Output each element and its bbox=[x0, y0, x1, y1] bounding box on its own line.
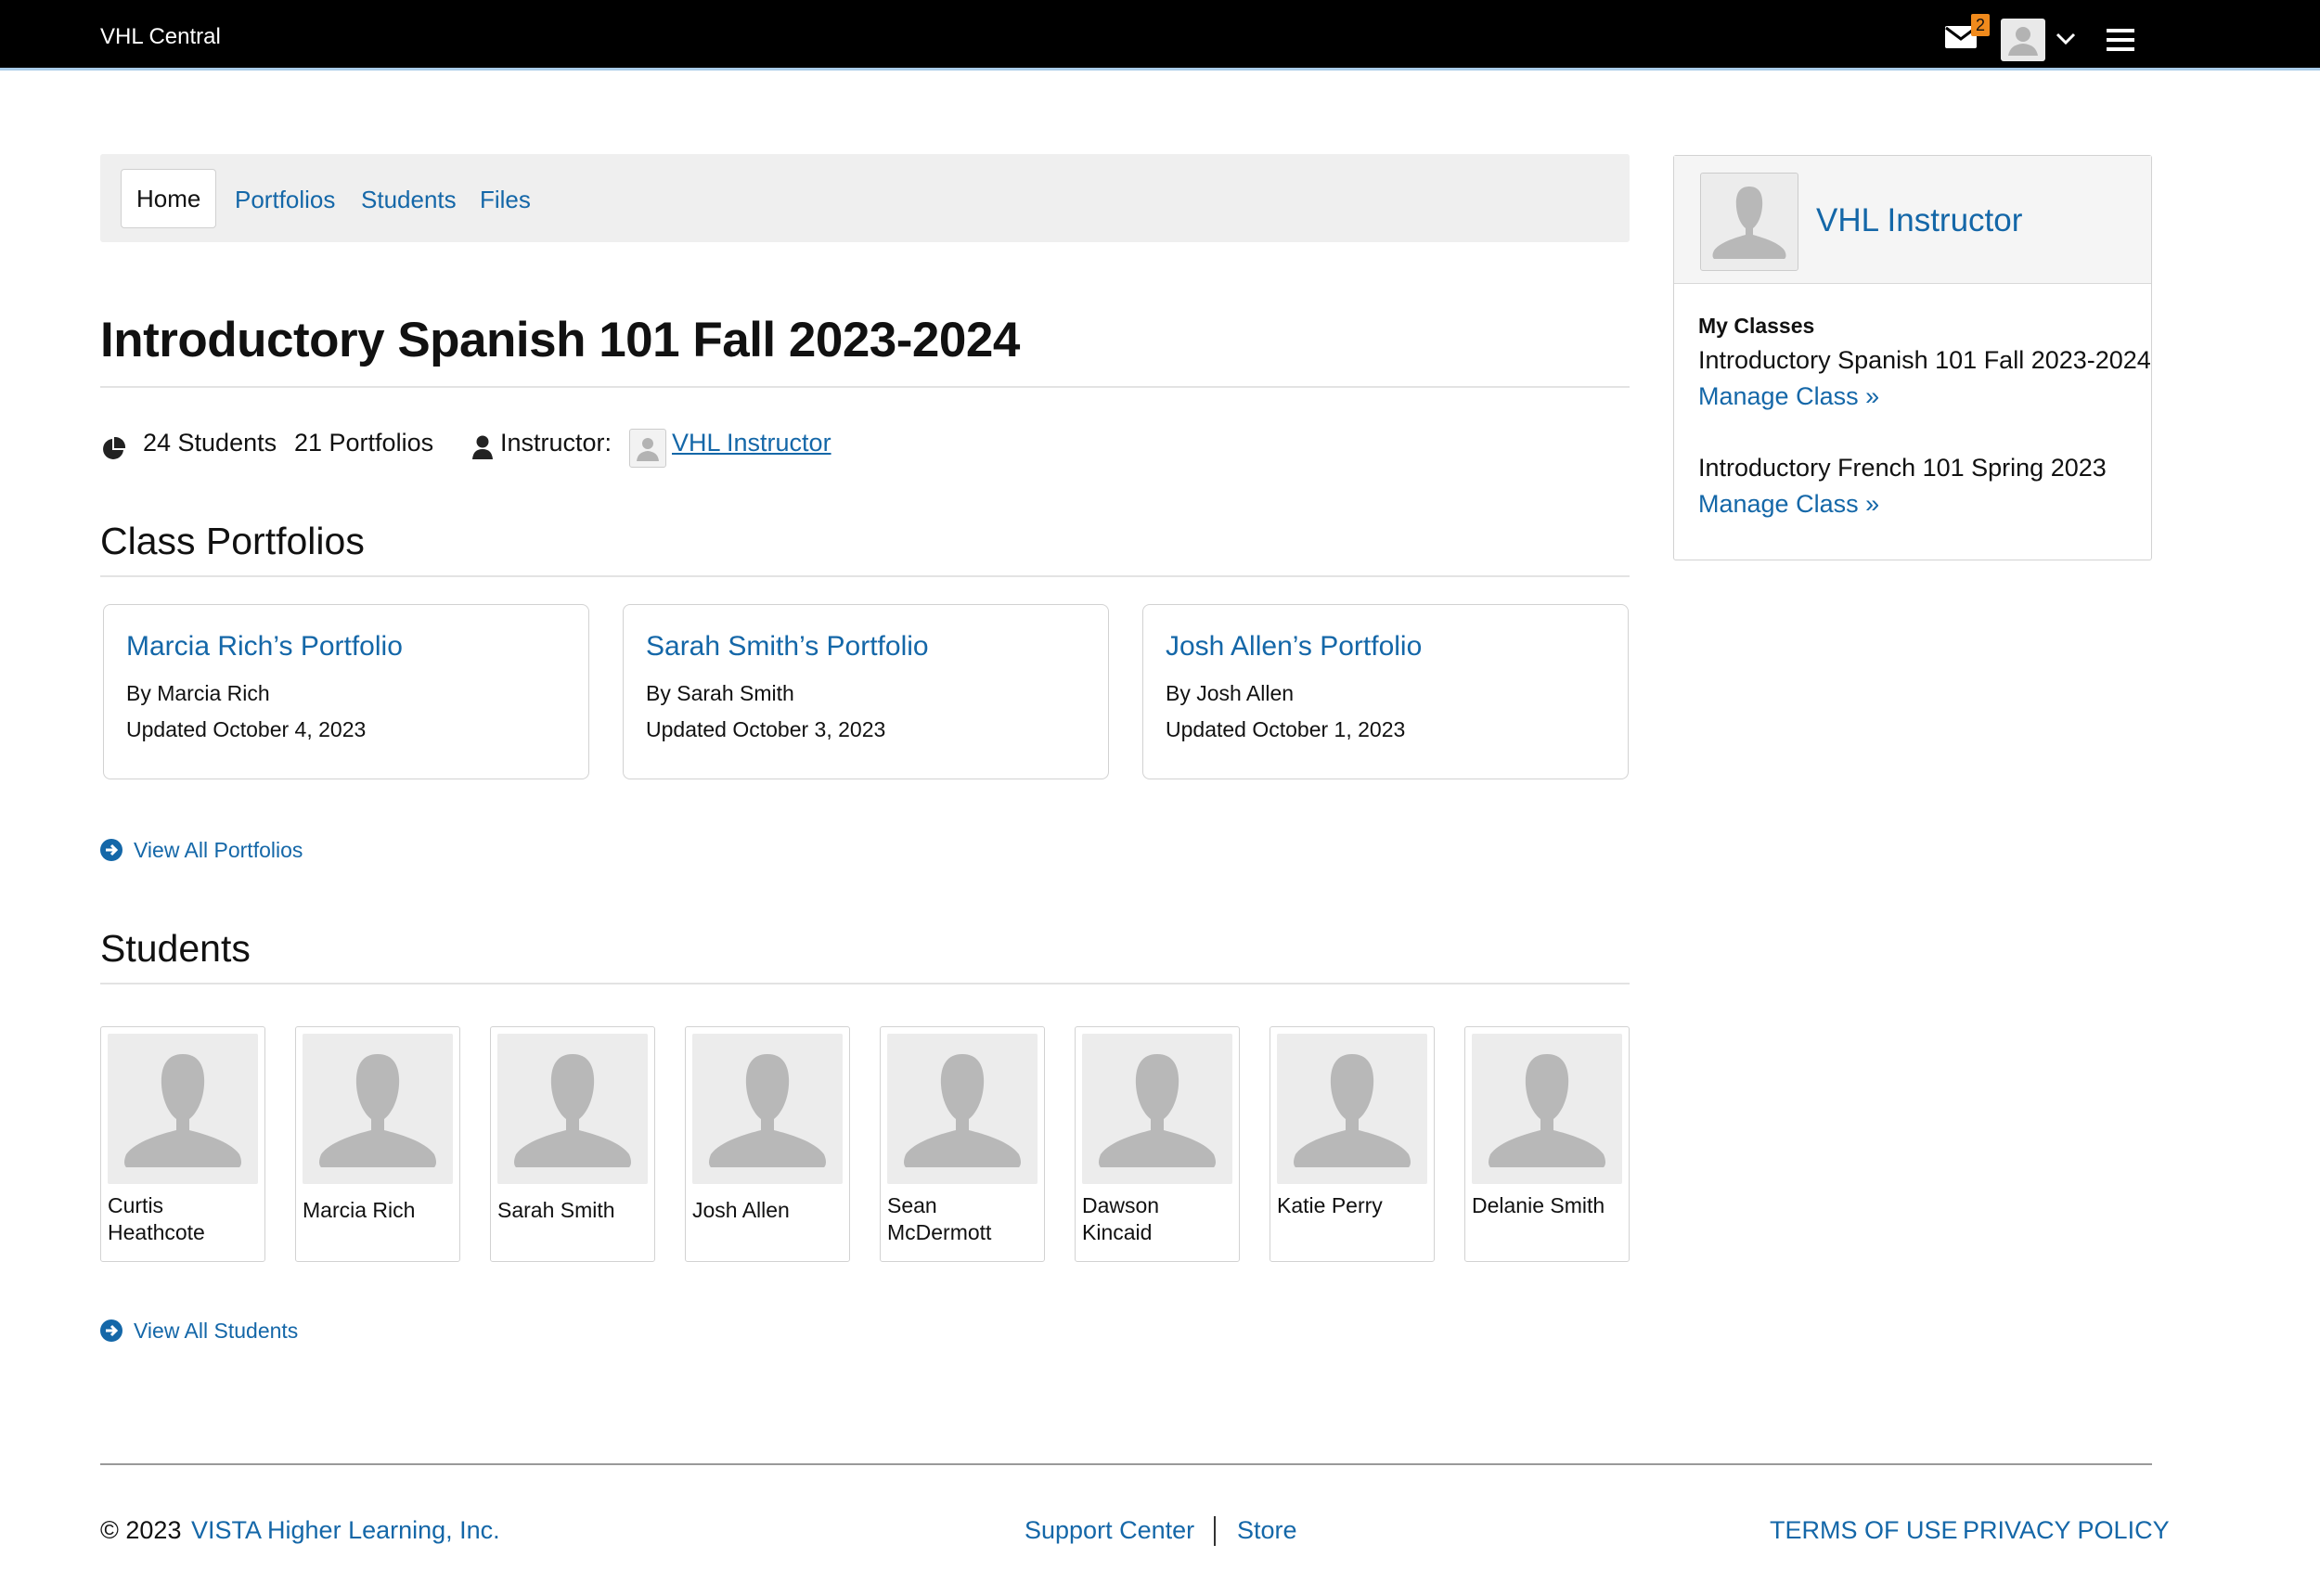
user-silhouette-icon bbox=[1712, 187, 1786, 259]
support-center-link[interactable]: Support Center bbox=[1025, 1516, 1194, 1545]
student-card[interactable]: Katie Perry bbox=[1270, 1026, 1435, 1262]
tab-students[interactable]: Students bbox=[361, 171, 457, 228]
hamburger-menu-icon[interactable] bbox=[2107, 28, 2134, 52]
portfolio-title-link[interactable]: Marcia Rich’s Portfolio bbox=[126, 631, 403, 663]
terms-link[interactable]: TERMS OF USE bbox=[1770, 1516, 1958, 1545]
student-avatar bbox=[1277, 1034, 1427, 1184]
student-name: Sarah Smith bbox=[497, 1198, 615, 1222]
portfolio-updated: Updated October 4, 2023 bbox=[126, 717, 367, 741]
student-card[interactable]: Sean McDermott bbox=[880, 1026, 1045, 1262]
tab-portfolios[interactable]: Portfolios bbox=[235, 171, 335, 228]
instructor-avatar bbox=[629, 429, 666, 468]
student-name: Katie Perry bbox=[1277, 1193, 1383, 1217]
students-count: 24 Students bbox=[143, 429, 277, 457]
student-name: Curtis Heathcote bbox=[108, 1193, 205, 1244]
user-silhouette-icon bbox=[514, 1054, 631, 1167]
tab-files[interactable]: Files bbox=[480, 171, 531, 228]
portfolio-author: By Josh Allen bbox=[1166, 681, 1295, 705]
instructor-sidebar: VHL Instructor My Classes Introductory S… bbox=[1673, 155, 2152, 560]
portfolio-card[interactable]: Sarah Smith’s Portfolio By Sarah Smith U… bbox=[623, 604, 1109, 779]
sidebar-instructor-name[interactable]: VHL Instructor bbox=[1816, 202, 2022, 239]
portfolios-count: 21 Portfolios bbox=[294, 429, 434, 457]
instructor-link[interactable]: VHL Instructor bbox=[672, 429, 831, 457]
student-avatar bbox=[108, 1034, 258, 1184]
student-avatar bbox=[692, 1034, 843, 1184]
view-all-portfolios-label: View All Portfolios bbox=[134, 838, 303, 862]
student-card[interactable]: Delanie Smith bbox=[1464, 1026, 1630, 1262]
students-divider bbox=[100, 983, 1630, 985]
class-name: Introductory Spanish 101 Fall 2023-2024 bbox=[1698, 346, 2151, 374]
user-silhouette-icon bbox=[709, 1054, 826, 1167]
portfolio-author: By Sarah Smith bbox=[646, 681, 794, 705]
class-nav-tabs: Home Portfolios Students Files bbox=[100, 154, 1630, 242]
user-icon bbox=[472, 435, 493, 459]
store-link[interactable]: Store bbox=[1237, 1516, 1297, 1545]
arrow-circle-right-icon bbox=[100, 839, 122, 861]
student-avatar bbox=[303, 1034, 453, 1184]
user-silhouette-icon bbox=[124, 1054, 241, 1167]
portfolio-title-link[interactable]: Sarah Smith’s Portfolio bbox=[646, 631, 929, 663]
student-name: Sean McDermott bbox=[887, 1193, 992, 1244]
student-avatar bbox=[497, 1034, 648, 1184]
user-silhouette-icon bbox=[319, 1054, 436, 1167]
user-silhouette-icon bbox=[2008, 27, 2038, 56]
student-avatar bbox=[1472, 1034, 1622, 1184]
company-link[interactable]: VISTA Higher Learning, Inc. bbox=[191, 1516, 500, 1545]
portfolio-card[interactable]: Marcia Rich’s Portfolio By Marcia Rich U… bbox=[103, 604, 589, 779]
tab-home[interactable]: Home bbox=[121, 169, 217, 228]
user-silhouette-icon bbox=[1294, 1054, 1411, 1167]
portfolio-updated: Updated October 3, 2023 bbox=[646, 717, 886, 741]
student-card[interactable]: Marcia Rich bbox=[295, 1026, 460, 1262]
user-silhouette-icon bbox=[637, 438, 659, 461]
portfolio-card[interactable]: Josh Allen’s Portfolio By Josh Allen Upd… bbox=[1142, 604, 1629, 779]
student-name: Dawson Kincaid bbox=[1082, 1193, 1160, 1244]
view-all-students-label: View All Students bbox=[134, 1319, 299, 1343]
manage-class-link[interactable]: Manage Class » bbox=[1698, 382, 1879, 411]
class-portfolios-heading: Class Portfolios bbox=[100, 520, 365, 562]
portfolio-author: By Marcia Rich bbox=[126, 681, 270, 705]
view-all-portfolios-link[interactable]: View All Portfolios bbox=[100, 838, 303, 863]
user-silhouette-icon bbox=[1099, 1054, 1216, 1167]
user-avatar-button[interactable] bbox=[2001, 19, 2045, 61]
copyright-text: © 2023 bbox=[100, 1516, 182, 1544]
privacy-link[interactable]: PRIVACY POLICY bbox=[1963, 1516, 2170, 1545]
footer-divider bbox=[100, 1463, 2152, 1465]
student-card[interactable]: Dawson Kincaid bbox=[1075, 1026, 1240, 1262]
student-card[interactable]: Sarah Smith bbox=[490, 1026, 655, 1262]
student-name: Delanie Smith bbox=[1472, 1193, 1605, 1217]
arrow-circle-right-icon bbox=[100, 1319, 122, 1342]
portfolio-updated: Updated October 1, 2023 bbox=[1166, 717, 1406, 741]
user-silhouette-icon bbox=[1489, 1054, 1605, 1167]
chevron-down-icon[interactable] bbox=[2055, 31, 2077, 47]
mail-count-badge: 2 bbox=[1971, 14, 1990, 36]
student-name: Josh Allen bbox=[692, 1198, 790, 1222]
student-avatar bbox=[887, 1034, 1038, 1184]
student-avatar bbox=[1082, 1034, 1232, 1184]
portfolios-divider bbox=[100, 575, 1630, 577]
pie-chart-icon bbox=[103, 436, 126, 459]
instructor-label: Instructor: bbox=[500, 429, 612, 457]
sidebar-header: VHL Instructor bbox=[1674, 156, 2151, 284]
user-silhouette-icon bbox=[904, 1054, 1021, 1167]
page-title: Introductory Spanish 101 Fall 2023-2024 bbox=[100, 313, 1020, 367]
footer-separator bbox=[1214, 1516, 1216, 1546]
view-all-students-link[interactable]: View All Students bbox=[100, 1319, 298, 1344]
portfolio-title-link[interactable]: Josh Allen’s Portfolio bbox=[1166, 631, 1422, 663]
class-name: Introductory French 101 Spring 2023 bbox=[1698, 454, 2107, 482]
students-heading: Students bbox=[100, 927, 251, 970]
title-divider bbox=[100, 386, 1630, 388]
student-card[interactable]: Josh Allen bbox=[685, 1026, 850, 1262]
brand-logo-text[interactable]: VHL Central bbox=[100, 24, 221, 50]
sidebar-avatar[interactable] bbox=[1700, 173, 1798, 271]
manage-class-link[interactable]: Manage Class » bbox=[1698, 490, 1879, 519]
top-navbar: VHL Central 2 bbox=[0, 0, 2320, 71]
student-card[interactable]: Curtis Heathcote bbox=[100, 1026, 265, 1262]
my-classes-label: My Classes bbox=[1698, 314, 1815, 338]
student-name: Marcia Rich bbox=[303, 1198, 416, 1222]
